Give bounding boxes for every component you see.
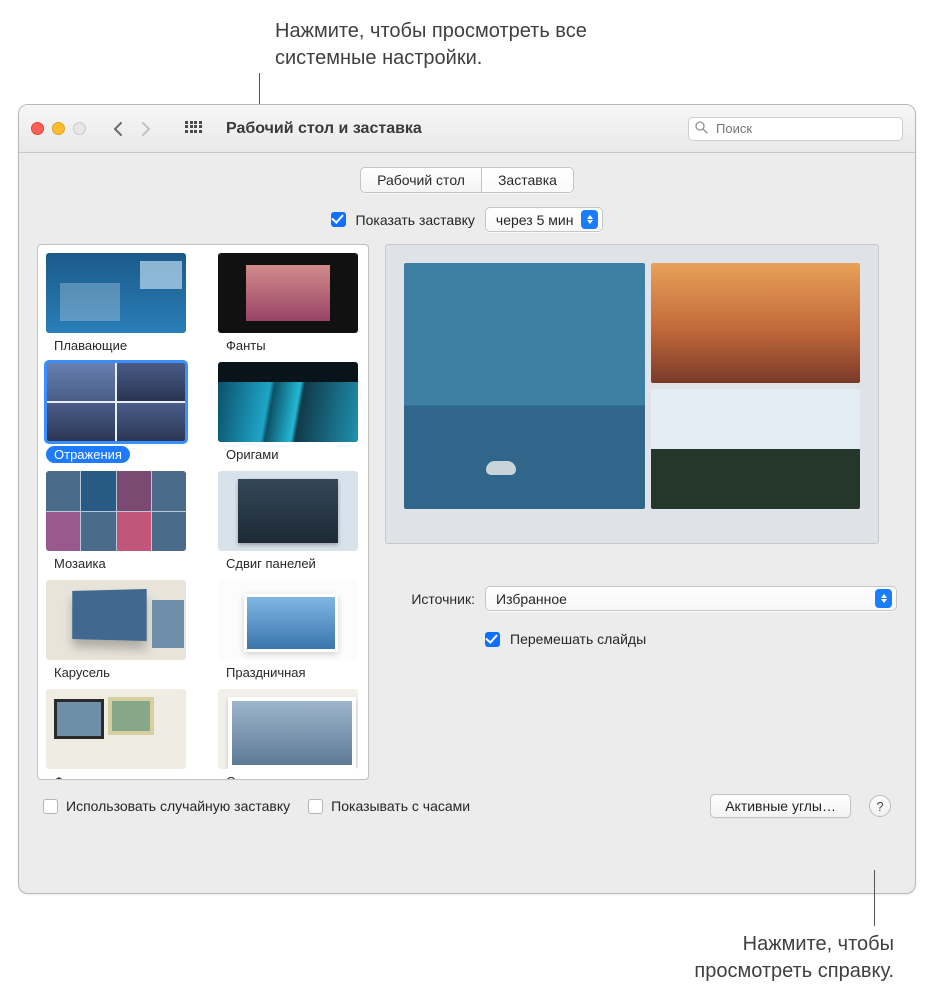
saver-thumb <box>46 471 186 551</box>
callout-top: Нажмите, чтобы просмотреть все системные… <box>275 18 695 72</box>
saver-label: Оригами <box>218 446 287 463</box>
show-all-prefs-button[interactable] <box>176 116 210 142</box>
search-field[interactable] <box>688 117 903 141</box>
saver-label: Мозаика <box>46 555 114 572</box>
preview-tile <box>651 263 860 383</box>
main-grid: Плавающие Фанты Отражения Оригами Мозаик… <box>37 244 897 780</box>
window-controls <box>31 122 86 135</box>
saver-label: Карусель <box>46 664 118 681</box>
tab-control: Рабочий стол Заставка <box>37 167 897 193</box>
saver-thumb <box>46 362 186 442</box>
show-saver-row: Показать заставку через 5 мин <box>37 207 897 232</box>
saver-item-oldpics[interactable]: Старые снимки <box>218 689 358 780</box>
source-popup[interactable]: Избранное <box>485 586 897 611</box>
start-after-value: через 5 мин <box>496 212 574 228</box>
back-button[interactable] <box>104 117 132 140</box>
hot-corners-button[interactable]: Активные углы… <box>710 794 851 818</box>
bottom-bar: Использовать случайную заставку Показыва… <box>37 786 897 818</box>
saver-label: Старые снимки <box>218 773 327 780</box>
nav-group <box>104 117 160 140</box>
saver-item-photowall[interactable]: Фотостена <box>46 689 186 780</box>
saver-thumb <box>46 580 186 660</box>
prefs-window: Рабочий стол и заставка Рабочий стол Зас… <box>18 104 916 894</box>
callout-bottom-line1: Нажмите, чтобы <box>743 933 894 955</box>
saver-label-selected: Отражения <box>46 446 130 463</box>
saver-item-shift[interactable]: Сдвиг панелей <box>218 471 358 572</box>
screensaver-preview[interactable] <box>385 244 879 544</box>
search-input[interactable] <box>714 120 896 137</box>
shuffle-checkbox[interactable] <box>485 632 500 647</box>
search-icon <box>695 121 708 137</box>
source-value: Избранное <box>496 591 567 607</box>
saver-item-origami[interactable]: Оригами <box>218 362 358 463</box>
saver-label: Праздничная <box>218 664 314 681</box>
minimize-button[interactable] <box>52 122 65 135</box>
tab-desktop[interactable]: Рабочий стол <box>361 168 482 192</box>
show-saver-label: Показать заставку <box>356 212 475 228</box>
callout-top-line2: системные настройки. <box>275 47 482 69</box>
forward-button <box>132 117 160 140</box>
saver-thumb <box>46 689 186 769</box>
saver-thumb <box>46 253 186 333</box>
show-clock-option[interactable]: Показывать с часами <box>308 798 470 814</box>
shuffle-row: Перемешать слайды <box>385 631 897 647</box>
saver-label: Фотостена <box>46 773 126 780</box>
chevron-left-icon <box>113 122 123 136</box>
show-saver-checkbox[interactable] <box>331 212 346 227</box>
right-pane: Источник: Избранное Перемешать слайды <box>385 244 897 780</box>
random-saver-checkbox[interactable] <box>43 799 58 814</box>
random-saver-label: Использовать случайную заставку <box>66 798 290 814</box>
show-clock-checkbox[interactable] <box>308 799 323 814</box>
saver-item-reflections[interactable]: Отражения <box>46 362 186 463</box>
saver-label: Плавающие <box>46 337 135 354</box>
chevron-right-icon <box>141 122 151 136</box>
close-button[interactable] <box>31 122 44 135</box>
show-clock-label: Показывать с часами <box>331 798 470 814</box>
saver-thumb <box>218 689 358 769</box>
saver-thumb <box>218 471 358 551</box>
start-after-popup[interactable]: через 5 мин <box>485 207 604 232</box>
popup-arrows-icon <box>875 589 892 608</box>
saver-item-holiday[interactable]: Праздничная <box>218 580 358 681</box>
callout-line-bottom <box>874 870 875 926</box>
saver-thumb <box>218 580 358 660</box>
saver-thumb <box>218 253 358 333</box>
titlebar: Рабочий стол и заставка <box>19 105 915 153</box>
source-row: Источник: Избранное <box>385 586 897 611</box>
saver-item-floating[interactable]: Плавающие <box>46 253 186 354</box>
random-saver-option[interactable]: Использовать случайную заставку <box>43 798 290 814</box>
saver-thumb <box>218 362 358 442</box>
screensaver-list[interactable]: Плавающие Фанты Отражения Оригами Мозаик… <box>37 244 369 780</box>
preview-tile <box>404 263 645 509</box>
callout-bottom-line2: просмотреть справку. <box>694 960 894 982</box>
saver-label: Фанты <box>218 337 274 354</box>
saver-item-mosaic[interactable]: Мозаика <box>46 471 186 572</box>
source-label: Источник: <box>385 591 475 607</box>
content: Рабочий стол Заставка Показать заставку … <box>19 153 915 818</box>
callout-bottom: Нажмите, чтобы просмотреть справку. <box>694 931 894 985</box>
saver-item-carousel[interactable]: Карусель <box>46 580 186 681</box>
grid-icon <box>185 121 201 137</box>
help-button[interactable]: ? <box>869 795 891 817</box>
popup-arrows-icon <box>581 210 598 229</box>
saver-label: Сдвиг панелей <box>218 555 324 572</box>
window-title: Рабочий стол и заставка <box>226 120 422 138</box>
zoom-button <box>73 122 86 135</box>
shuffle-label: Перемешать слайды <box>510 631 646 647</box>
saver-item-fanty[interactable]: Фанты <box>218 253 358 354</box>
preview-tile <box>651 389 860 509</box>
tab-screensaver[interactable]: Заставка <box>482 168 573 192</box>
callout-top-line1: Нажмите, чтобы просмотреть все <box>275 20 587 42</box>
